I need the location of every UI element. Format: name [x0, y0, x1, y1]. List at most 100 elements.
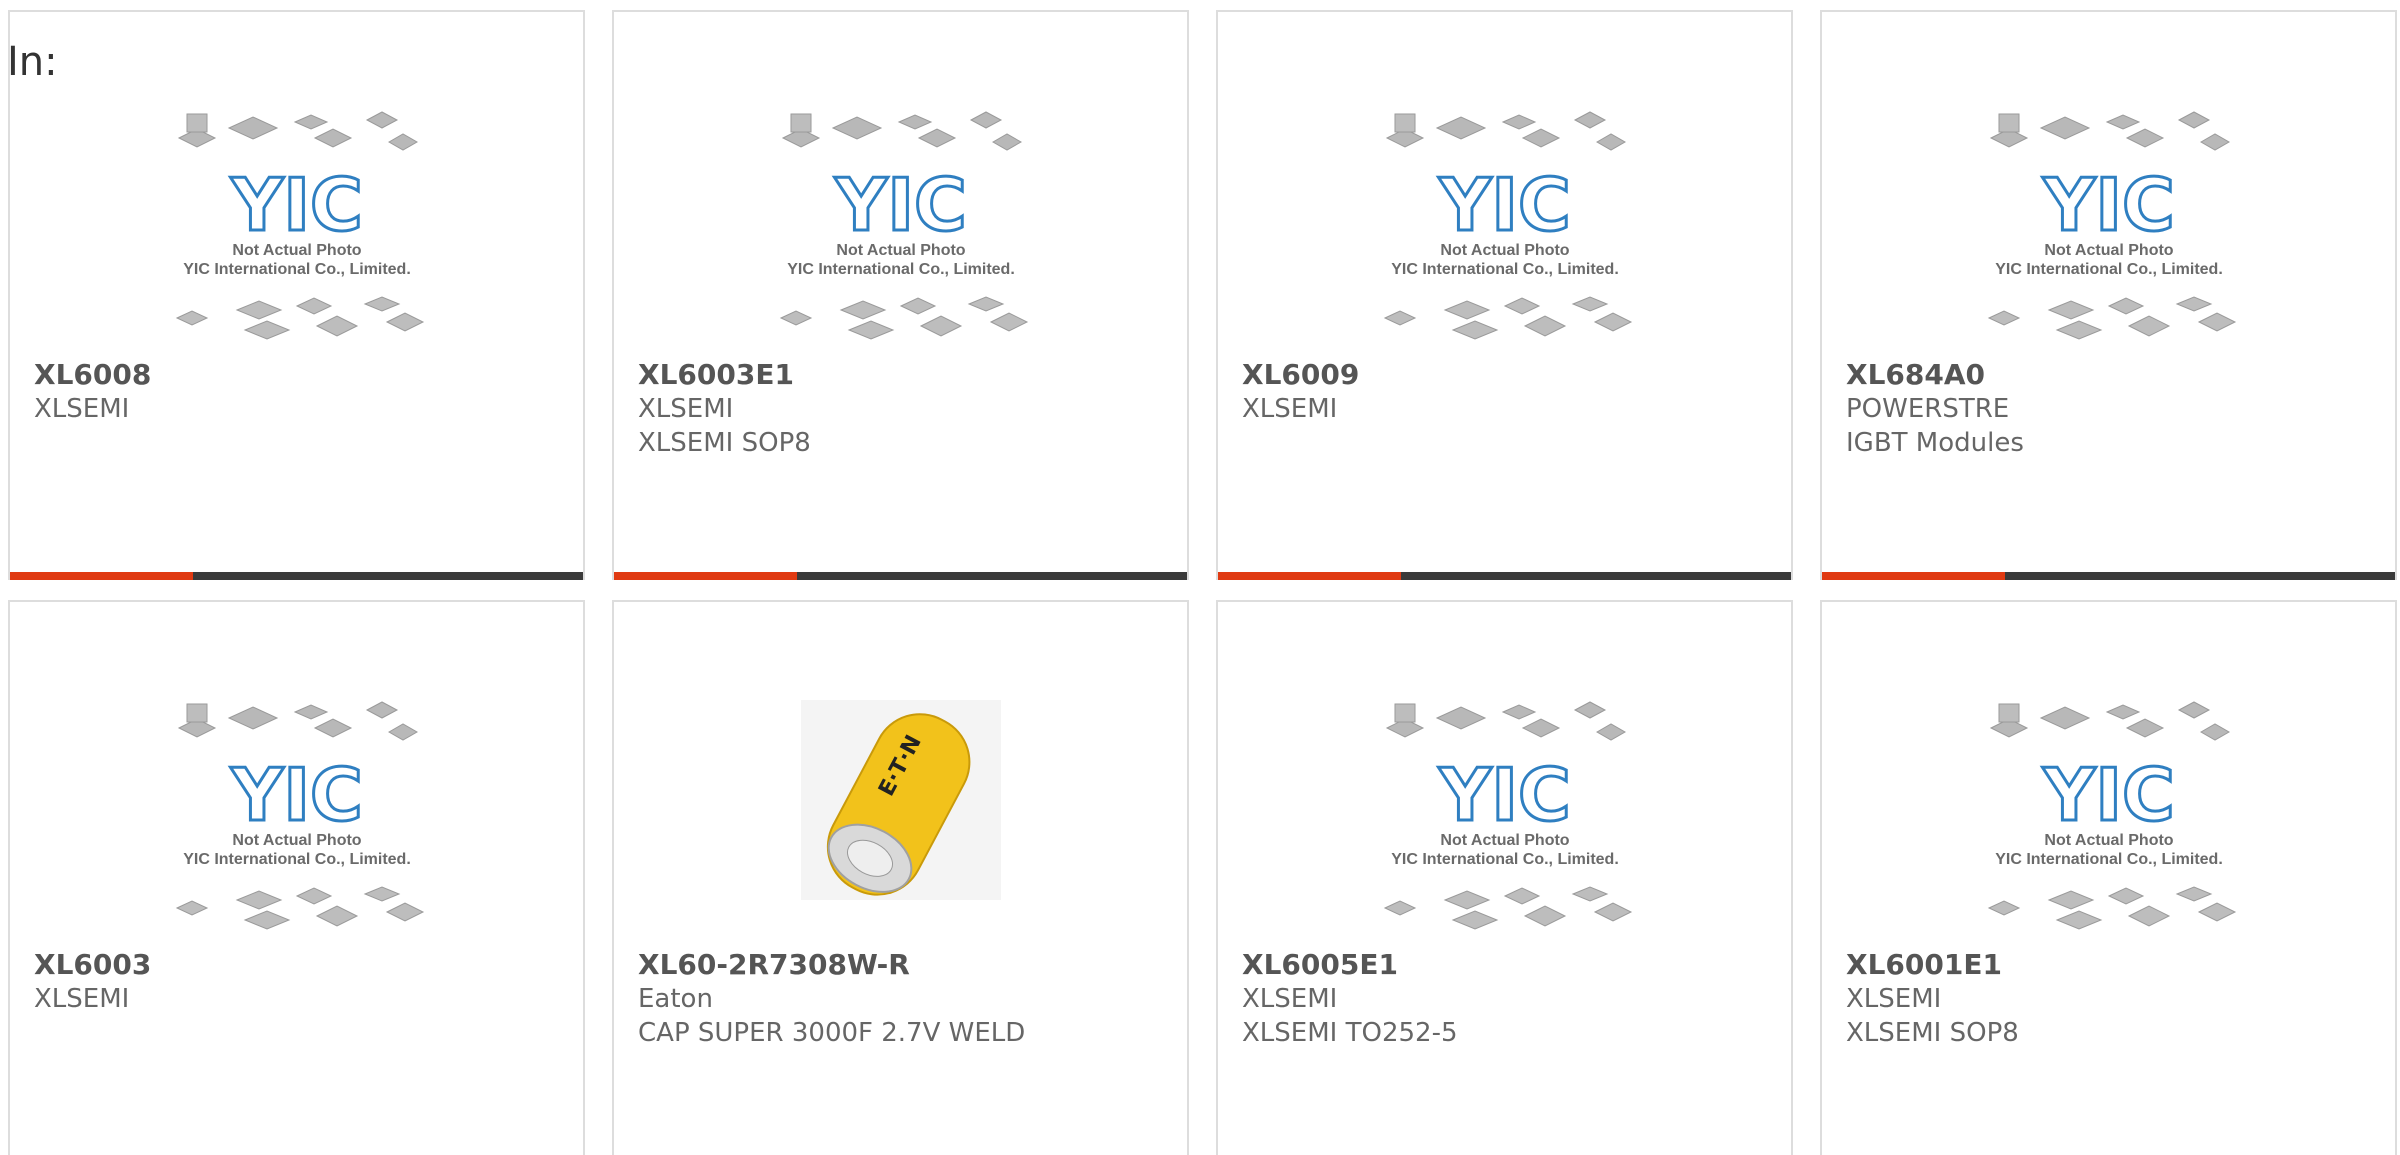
chip-icon: [1595, 133, 1626, 151]
product-card[interactable]: YIC Not Actual Photo YIC International Co.…: [1820, 10, 2397, 580]
chip-icon: [2125, 718, 2164, 738]
not-actual-photo-text: Not Actual Photo: [232, 832, 361, 849]
description: XLSEMI SOP8: [638, 428, 811, 458]
manufacturer: XLSEMI: [638, 394, 734, 424]
company-name-text: YIC International Co., Limited.: [1391, 261, 1619, 278]
part-number[interactable]: XL6003: [34, 948, 571, 982]
description: XLSEMI SOP8: [1846, 1018, 2019, 1048]
product-image: YIC Not Actual Photo YIC International Co.…: [157, 690, 437, 940]
chip-icon: [1394, 113, 1415, 133]
chip-icon: [1503, 297, 1540, 315]
chip-icon: [235, 890, 282, 910]
chip-icon: [1435, 706, 1486, 730]
manufacturer: POWERSTRE: [1846, 394, 2010, 424]
company-name-text: YIC International Co., Limited.: [787, 261, 1015, 278]
part-number[interactable]: XL6001E1: [1846, 948, 2383, 982]
not-actual-photo-text: Not Actual Photo: [836, 242, 965, 259]
chip-icon: [1987, 310, 2020, 326]
not-actual-photo-text: Not Actual Photo: [232, 242, 361, 259]
chip-icon: [1595, 723, 1626, 741]
description: XLSEMI TO252-5: [1242, 1018, 1458, 1048]
chip-icon: [363, 886, 400, 902]
chip-icon: [175, 310, 208, 326]
product-card[interactable]: YIC Not Actual Photo YIC International Co.…: [1820, 600, 2397, 1155]
company-name-text: YIC International Co., Limited.: [1391, 851, 1619, 868]
product-image: YIC Not Actual Photo YIC International Co.…: [157, 100, 437, 350]
card-accent-bar: [1218, 572, 1401, 580]
product-card[interactable]: YIC Not Actual Photo YIC International Co.…: [612, 10, 1189, 580]
chip-icon: [186, 703, 207, 723]
chip-icon: [385, 312, 424, 332]
chip-icon: [2199, 133, 2230, 151]
chip-icon: [2047, 890, 2094, 910]
part-number[interactable]: XL6008: [34, 358, 571, 392]
chip-icon: [175, 900, 208, 916]
not-actual-photo-text: Not Actual Photo: [1440, 832, 1569, 849]
chip-icon: [1503, 887, 1540, 905]
yic-logo: YIC: [2042, 163, 2175, 247]
chip-icon: [243, 320, 290, 340]
part-number[interactable]: XL6009: [1242, 358, 1779, 392]
company-name-text: YIC International Co., Limited.: [183, 851, 411, 868]
chip-icon: [779, 310, 812, 326]
chip-icon: [1523, 315, 1566, 337]
part-number[interactable]: XL684A0: [1846, 358, 2383, 392]
chip-icon: [1593, 312, 1632, 332]
chip-icon: [919, 315, 962, 337]
product-card[interactable]: YIC Not Actual Photo YIC International Co.…: [8, 600, 585, 1155]
chip-icon: [293, 114, 328, 130]
chip-icon: [899, 297, 936, 315]
product-image: YIC Not Actual Photo YIC International Co.…: [1969, 690, 2249, 940]
chip-icon: [969, 111, 1002, 129]
chip-icon: [1451, 910, 1498, 930]
chip-icon: [1987, 900, 2020, 916]
chip-icon: [235, 300, 282, 320]
manufacturer: Eaton: [638, 984, 713, 1014]
company-name-text: YIC International Co., Limited.: [183, 261, 411, 278]
chip-icon: [2055, 910, 2102, 930]
product-image: YIC Not Actual Photo YIC International Co.…: [1365, 100, 1645, 350]
product-card[interactable]: E·T·N XL60-2R7308W-R Eaton CAP SUPER 300…: [612, 600, 1189, 1155]
chip-icon: [243, 910, 290, 930]
chip-icon: [186, 113, 207, 133]
chip-icon: [295, 887, 332, 905]
product-image: E·T·N: [761, 690, 1041, 940]
yic-logo: YIC: [1438, 163, 1571, 247]
chip-icon: [897, 114, 932, 130]
description: IGBT Modules: [1846, 428, 2024, 458]
chip-icon: [1383, 310, 1416, 326]
chip-icon: [2197, 902, 2236, 922]
chip-icon: [315, 315, 358, 337]
chip-icon: [2197, 312, 2236, 332]
chip-icon: [2107, 887, 2144, 905]
chip-icon: [1501, 114, 1536, 130]
chip-icon: [1443, 890, 1490, 910]
chip-icon: [363, 296, 400, 312]
chip-icon: [2177, 701, 2210, 719]
filter-label: In:: [7, 39, 58, 85]
card-footer-bar: [614, 572, 1187, 580]
chip-icon: [1394, 703, 1415, 723]
chip-icon: [2039, 116, 2090, 140]
company-name-text: YIC International Co., Limited.: [1995, 851, 2223, 868]
yic-logo: YIC: [834, 163, 967, 247]
product-image: YIC Not Actual Photo YIC International Co.…: [1969, 100, 2249, 350]
yic-logo: YIC: [2042, 753, 2175, 837]
manufacturer: XLSEMI: [34, 394, 130, 424]
chip-icon: [967, 296, 1004, 312]
product-card[interactable]: YIC Not Actual Photo YIC International Co.…: [1216, 600, 1793, 1155]
product-card[interactable]: YIC Not Actual Photo YIC International Co.…: [8, 10, 585, 580]
not-actual-photo-text: Not Actual Photo: [1440, 242, 1569, 259]
part-number[interactable]: XL6005E1: [1242, 948, 1779, 982]
yic-logo: YIC: [1438, 753, 1571, 837]
product-grid-page: In: YIC Not Actual Photo YIC International…: [0, 0, 2400, 1155]
part-number[interactable]: XL6003E1: [638, 358, 1175, 392]
part-number[interactable]: XL60-2R7308W-R: [638, 948, 1175, 982]
yic-logo: YIC: [230, 753, 363, 837]
company-name-text: YIC International Co., Limited.: [1995, 261, 2223, 278]
product-card[interactable]: YIC Not Actual Photo YIC International Co.…: [1216, 10, 1793, 580]
chip-icon: [2107, 297, 2144, 315]
chip-icon: [1443, 300, 1490, 320]
chip-icon: [831, 116, 882, 140]
chip-icon: [991, 133, 1022, 151]
